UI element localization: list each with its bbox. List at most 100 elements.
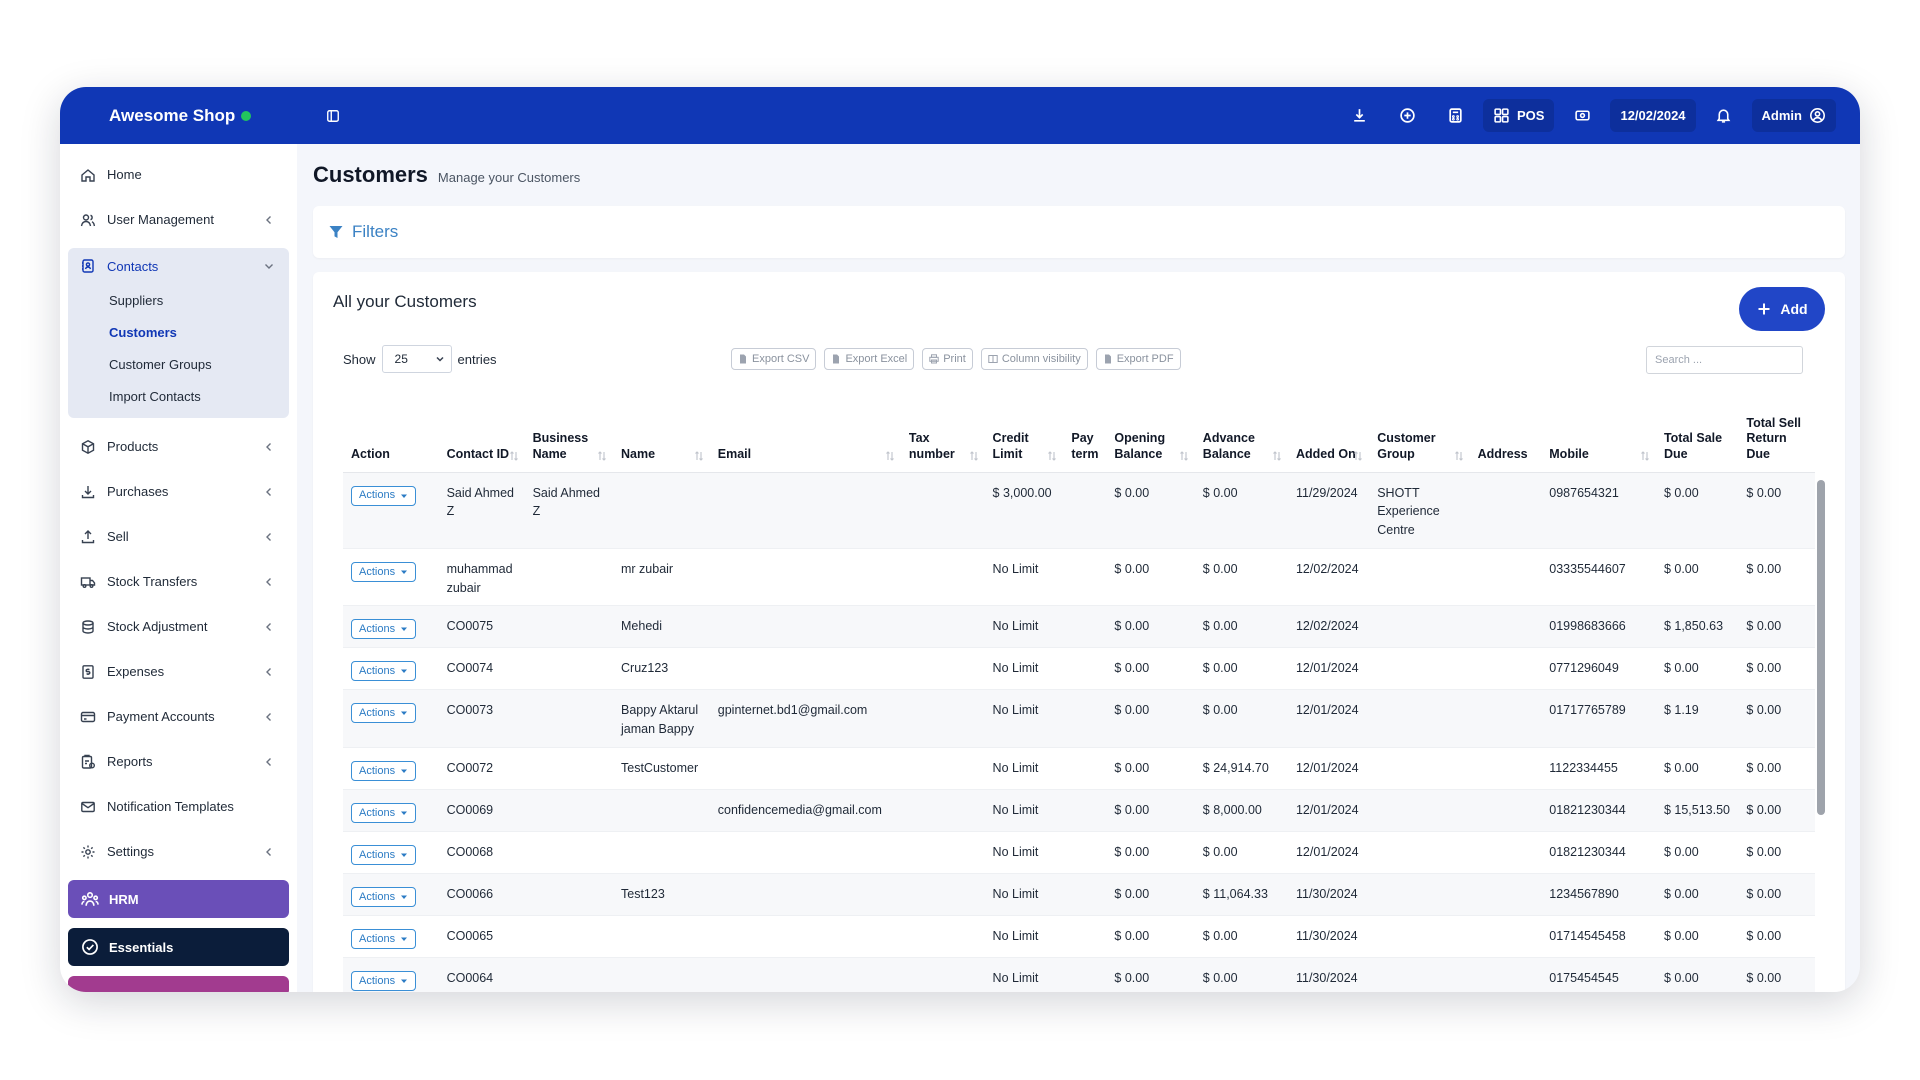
- table-cell: [613, 472, 710, 549]
- sidebar-item-label: Products: [107, 439, 159, 454]
- table-cell: [524, 789, 613, 832]
- sidebar-item-settings[interactable]: Settings: [60, 829, 297, 874]
- sidebar-item-hrm[interactable]: HRM: [68, 880, 289, 918]
- row-actions-button[interactable]: Actions: [351, 760, 417, 781]
- sidebar-item-next-module[interactable]: [68, 976, 289, 992]
- sidebar-subitem-customers[interactable]: Customers: [68, 316, 289, 348]
- table-cell: $ 0.00: [1106, 957, 1195, 992]
- pos-button[interactable]: POS: [1483, 99, 1555, 132]
- search-input[interactable]: [1646, 346, 1803, 374]
- table-cell: [613, 915, 710, 958]
- table-cell: No Limit: [984, 789, 1064, 832]
- chevron-left-icon: [266, 532, 271, 541]
- table-cell: [1469, 873, 1542, 916]
- chevron-left-icon: [266, 577, 271, 586]
- table-cell: Test123: [613, 873, 710, 916]
- row-actions-button[interactable]: Actions: [351, 928, 417, 949]
- column-header-label: Tax number: [908, 431, 955, 461]
- sidebar-item-products[interactable]: Products: [60, 424, 297, 469]
- sidebar-item-home[interactable]: Home: [60, 152, 297, 197]
- calculator-button[interactable]: [1435, 99, 1475, 132]
- sidebar-item-purchases[interactable]: Purchases: [60, 469, 297, 514]
- table-cell: $ 15,513.50: [1655, 789, 1739, 832]
- sidebar-item-stock-adjustment[interactable]: Stock Adjustment: [60, 604, 297, 649]
- column-header[interactable]: Contact ID: [438, 400, 525, 473]
- sort-icon: [1273, 450, 1281, 461]
- column-header[interactable]: Customer Group: [1369, 400, 1470, 473]
- add-customer-button[interactable]: Add: [1739, 287, 1825, 331]
- sidebar-subitem-import-contacts[interactable]: Import Contacts: [68, 380, 289, 412]
- sidebar-item-stock-transfers[interactable]: Stock Transfers: [60, 559, 297, 604]
- row-actions-button[interactable]: Actions: [351, 802, 417, 823]
- table-cell: [1469, 647, 1542, 691]
- sidebar-item-label: Purchases: [107, 484, 169, 499]
- row-actions-button[interactable]: Actions: [351, 661, 417, 682]
- column-header[interactable]: Mobile: [1541, 400, 1656, 473]
- column-header[interactable]: Business Name: [524, 400, 613, 473]
- table-cell: [524, 747, 613, 790]
- sidebar-item-user-management[interactable]: User Management: [60, 197, 297, 242]
- notifications-button[interactable]: [1704, 99, 1744, 132]
- column-header[interactable]: Opening Balance: [1106, 400, 1195, 473]
- quick-add-button[interactable]: [1387, 99, 1427, 132]
- column-visibility-button[interactable]: Column visibility: [980, 348, 1088, 370]
- row-actions-button[interactable]: Actions: [351, 703, 417, 724]
- row-actions-button[interactable]: Actions: [351, 485, 417, 506]
- table-vertical-scrollbar[interactable]: [1817, 480, 1825, 815]
- table-cell: [613, 831, 710, 874]
- column-header[interactable]: Email: [709, 400, 901, 473]
- sidebar-item-reports[interactable]: Reports: [60, 739, 297, 784]
- export-csv-label: Export CSV: [752, 353, 810, 365]
- table-cell: [1063, 831, 1107, 874]
- sidebar-toggle-button[interactable]: [324, 107, 342, 125]
- row-actions-button[interactable]: Actions: [351, 844, 417, 865]
- row-actions-button[interactable]: Actions: [351, 619, 417, 640]
- table-cell: [1063, 789, 1107, 832]
- sidebar-item-notification-templates[interactable]: Notification Templates: [60, 784, 297, 829]
- row-actions-label: Actions: [359, 707, 396, 719]
- table-cell: 0175454545: [1541, 957, 1656, 992]
- sidebar-item-essentials[interactable]: Essentials: [68, 928, 289, 966]
- table-cell: [1369, 647, 1470, 691]
- date-display[interactable]: 12/02/2024: [1610, 99, 1696, 132]
- table-cell: $ 0.00: [1655, 831, 1739, 874]
- export-csv-button[interactable]: Export CSV: [731, 348, 817, 370]
- table-cell: 1122334455: [1541, 747, 1656, 790]
- table-cell: [1369, 689, 1470, 748]
- table-cell: [1469, 789, 1542, 832]
- table-cell: $ 0.00: [1738, 831, 1815, 874]
- column-header[interactable]: Advance Balance: [1194, 400, 1288, 473]
- print-button[interactable]: Print: [922, 348, 973, 370]
- export-pdf-button[interactable]: Export PDF: [1095, 348, 1181, 370]
- action-cell: Actions: [343, 747, 439, 790]
- sort-icon: [1179, 450, 1188, 461]
- cash-register-button[interactable]: [1562, 99, 1602, 132]
- sidebar-subitem-suppliers[interactable]: Suppliers: [68, 284, 289, 316]
- column-header[interactable]: Added On: [1287, 400, 1370, 473]
- table-cell: $ 0.00: [1106, 605, 1195, 649]
- sidebar-subitem-customer-groups[interactable]: Customer Groups: [68, 348, 289, 380]
- sidebar-item-sell[interactable]: Sell: [60, 514, 297, 559]
- column-header[interactable]: Name: [613, 400, 710, 473]
- row-actions-label: Actions: [359, 665, 396, 677]
- table-cell: [1063, 689, 1107, 748]
- entries-select[interactable]: 25: [381, 345, 452, 373]
- table-cell: [1469, 548, 1542, 607]
- row-actions-button[interactable]: Actions: [351, 886, 417, 907]
- row-actions-button[interactable]: Actions: [351, 561, 417, 582]
- sidebar-item-label: HRM: [109, 891, 139, 907]
- download-button[interactable]: [1339, 99, 1379, 132]
- sidebar-item-expenses[interactable]: Expenses: [60, 649, 297, 694]
- brand[interactable]: Awesome Shop: [60, 106, 297, 126]
- row-actions-button[interactable]: Actions: [351, 970, 417, 991]
- filters-toggle[interactable]: Filters: [313, 206, 1845, 258]
- sidebar-item-payment-accounts[interactable]: Payment Accounts: [60, 694, 297, 739]
- user-menu-button[interactable]: Admin: [1751, 99, 1836, 132]
- caret-down-icon: [401, 937, 408, 941]
- sidebar-item-label: Expenses: [107, 664, 165, 679]
- export-excel-button[interactable]: Export Excel: [824, 348, 915, 370]
- column-header[interactable]: Tax number: [900, 400, 985, 473]
- table-row: Actions CO0066 Test123 No Limit $ 0.00 $ 11,0…: [343, 873, 1815, 916]
- sidebar-item-contacts[interactable]: Contacts: [68, 248, 289, 284]
- column-header[interactable]: Credit Limit: [984, 400, 1064, 473]
